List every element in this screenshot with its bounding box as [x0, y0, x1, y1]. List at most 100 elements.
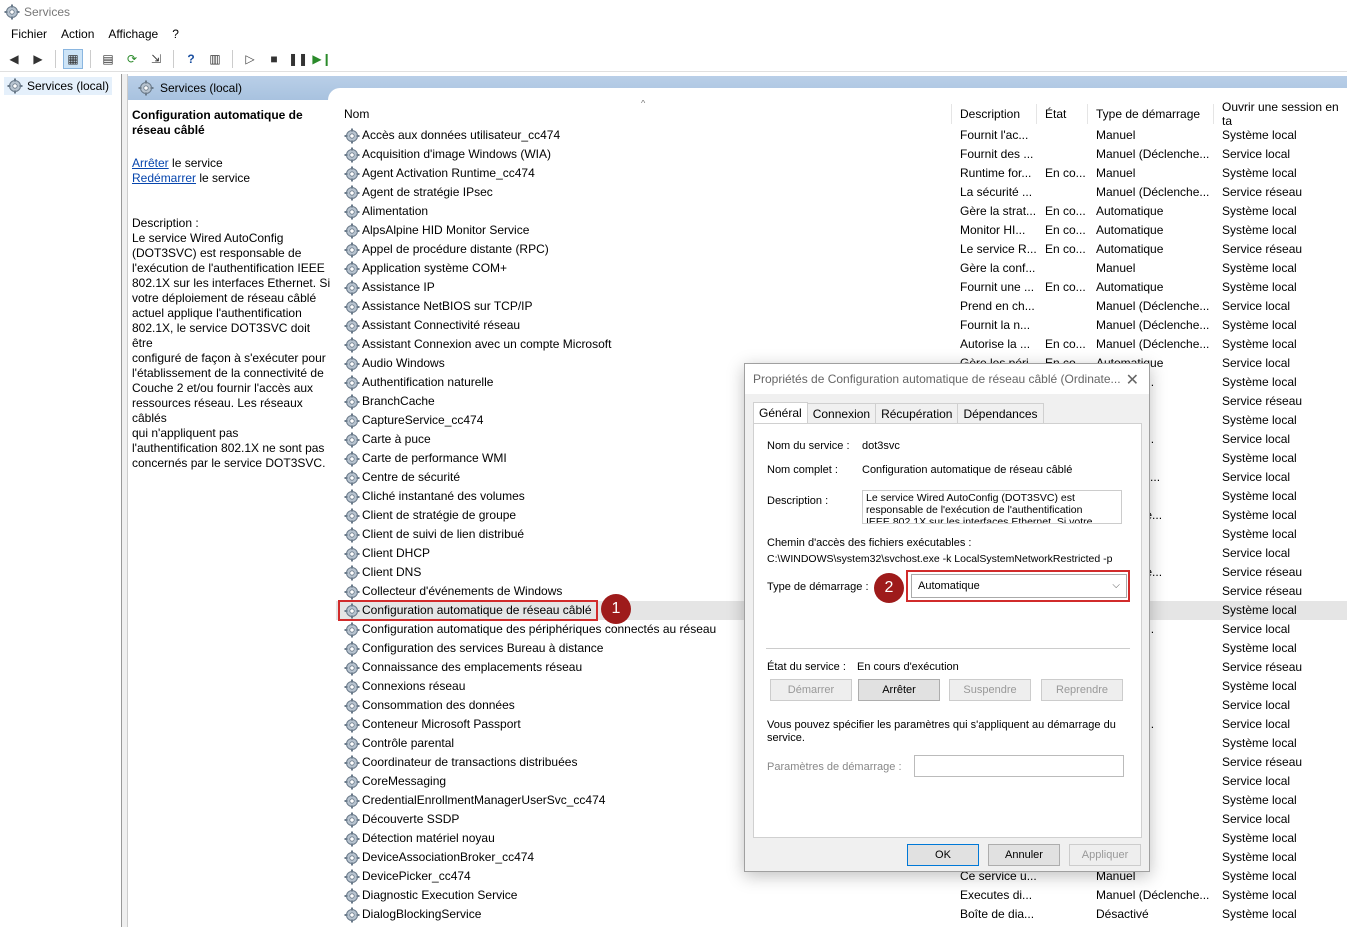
service-name: Coordinateur de transactions distribuées	[362, 755, 578, 769]
table-row[interactable]: Assistant Connexion avec un compte Micro…	[336, 335, 1347, 354]
column-header-description[interactable]: Description	[952, 104, 1037, 124]
table-row[interactable]: Diagnostic Execution Service Executes di.…	[336, 886, 1347, 905]
menu-fichier[interactable]: Fichier	[4, 27, 54, 41]
service-name-cell: Alimentation	[344, 202, 944, 221]
description-line: ressources réseau. Les réseaux câblés	[132, 396, 303, 425]
toolbar: ◀ ▶ ▦ ▤ ⟳ ⇲ ? ▥ ▷ ■ ❚❚ ▶❙	[0, 46, 1347, 72]
table-row[interactable]: Alimentation Gère la strat... En co... Auto…	[336, 202, 1347, 221]
service-gear-icon	[344, 317, 360, 334]
service-status: En co...	[1045, 166, 1086, 180]
service-gear-icon	[344, 412, 360, 429]
services-app-icon	[4, 4, 20, 20]
service-gear-icon	[344, 754, 360, 771]
pause-service-icon[interactable]: ❚❚	[288, 49, 308, 69]
description-line: Couche 2 et/ou fournir l'accès aux	[132, 381, 314, 395]
restart-service-icon[interactable]: ▶❙	[312, 49, 332, 69]
service-startup-type: Automatique	[1096, 223, 1164, 237]
ok-button[interactable]: OK	[907, 844, 979, 866]
service-gear-icon	[344, 203, 360, 220]
start-service-icon[interactable]: ▷	[240, 49, 260, 69]
back-icon[interactable]: ◀	[4, 49, 24, 69]
tab-dependances[interactable]: Dépendances	[957, 403, 1044, 424]
forward-icon[interactable]: ▶	[28, 49, 48, 69]
selected-service-highlight	[338, 600, 598, 621]
apply-button[interactable]: Appliquer	[1069, 844, 1141, 866]
service-log-on-as: Service local	[1222, 717, 1291, 731]
service-startup-type: Manuel	[1096, 128, 1136, 142]
table-row[interactable]: Agent Activation Runtime_cc474 Runtime fo…	[336, 164, 1347, 183]
service-name: Alimentation	[362, 204, 429, 218]
description-line: Le service Wired AutoConfig	[132, 231, 284, 245]
table-row[interactable]: Assistant Connectivité réseau Fournit la …	[336, 316, 1347, 335]
service-name: BranchCache	[362, 394, 435, 408]
description-textbox[interactable]: Le service Wired AutoConfig (DOT3SVC) es…	[862, 490, 1122, 524]
service-log-on-as: Système local	[1222, 508, 1297, 522]
startup-params-input[interactable]	[914, 755, 1124, 777]
table-row[interactable]: Appel de procédure distante (RPC) Le serv…	[336, 240, 1347, 259]
refresh-icon[interactable]: ⟳	[122, 49, 142, 69]
service-name: DeviceAssociationBroker_cc474	[362, 850, 535, 864]
service-status	[1045, 297, 1089, 316]
menu-help[interactable]: ?	[165, 27, 186, 41]
service-name: Conteneur Microsoft Passport	[362, 717, 521, 731]
stop-service-link[interactable]: Arrêter	[132, 156, 169, 170]
service-name: Carte à puce	[362, 432, 431, 446]
restart-service-link[interactable]: Redémarrer	[132, 171, 196, 185]
help-icon[interactable]: ?	[181, 49, 201, 69]
service-log-on-as: Service réseau	[1222, 394, 1303, 408]
service-gear-icon	[344, 792, 360, 809]
service-name: Connaissance des emplacements réseau	[362, 660, 583, 674]
service-gear-icon	[344, 811, 360, 828]
table-row[interactable]: Assistance IP Fournit une ... En co... Auto…	[336, 278, 1347, 297]
startup-params-hint: Vous pouvez spécifier les paramètres qui…	[767, 719, 1116, 744]
column-header-status[interactable]: État	[1037, 104, 1088, 124]
service-description-cell: La sécurité ...	[960, 185, 1033, 199]
export-list-icon[interactable]: ⇲	[146, 49, 166, 69]
stop-button[interactable]: Arrêter	[858, 679, 940, 701]
column-header-log-on-as[interactable]: Ouvrir une session en ta	[1214, 100, 1347, 128]
service-gear-icon	[344, 279, 360, 296]
service-name-cell: Agent Activation Runtime_cc474	[344, 164, 944, 183]
view-icon[interactable]: ▥	[205, 49, 225, 69]
properties-icon[interactable]: ▤	[98, 49, 118, 69]
cancel-button[interactable]: Annuler	[988, 844, 1060, 866]
tab-connexion[interactable]: Connexion	[806, 403, 877, 424]
service-log-on-as: Service local	[1222, 546, 1291, 560]
table-row[interactable]: AlpsAlpine HID Monitor Service Monitor HI…	[336, 221, 1347, 240]
column-header-startup-type[interactable]: Type de démarrage	[1088, 104, 1214, 124]
service-name-cell: Assistant Connectivité réseau	[344, 316, 944, 335]
service-description-cell: Boîte de dia...	[960, 907, 1035, 921]
description-label: Description :	[132, 216, 199, 230]
table-row[interactable]: Application système COM+ Gère la conf... M…	[336, 259, 1347, 278]
tab-recuperation[interactable]: Récupération	[875, 403, 959, 424]
service-name: Client DHCP	[362, 546, 431, 560]
show-hide-console-tree-icon[interactable]: ▦	[63, 48, 83, 69]
table-row[interactable]: Accès aux données utilisateur_cc474 Fourn…	[336, 126, 1347, 145]
dialog-title-bar: Propriétés de Configuration automatique …	[745, 364, 1149, 394]
column-header-name[interactable]: Nom	[336, 104, 952, 124]
table-row[interactable]: DialogBlockingService Boîte de dia... Désa…	[336, 905, 1347, 924]
description-line: concernés par le service DOT3SVC.	[132, 456, 326, 470]
start-button[interactable]: Démarrer	[770, 679, 852, 701]
service-log-on-as: Service local	[1222, 432, 1291, 446]
menu-action[interactable]: Action	[54, 27, 101, 41]
service-log-on-as: Système local	[1222, 679, 1297, 693]
service-gear-icon	[344, 127, 360, 144]
table-row[interactable]: Acquisition d'image Windows (WIA) Fournit…	[336, 145, 1347, 164]
pause-button[interactable]: Suspendre	[949, 679, 1031, 701]
stop-service-icon[interactable]: ■	[264, 49, 284, 69]
tree-item-services-local[interactable]: Services (local)	[4, 77, 113, 95]
service-gear-icon	[344, 526, 360, 543]
service-log-on-as: Service réseau	[1222, 584, 1303, 598]
resume-button[interactable]: Reprendre	[1041, 679, 1123, 701]
step-badge-2: 2	[874, 573, 904, 603]
close-icon[interactable]: ✕	[1126, 370, 1139, 390]
table-row[interactable]: Assistance NetBIOS sur TCP/IP Prend en ch…	[336, 297, 1347, 316]
menu-affichage[interactable]: Affichage	[101, 27, 165, 41]
table-row[interactable]: Agent de stratégie IPsec La sécurité ... M…	[336, 183, 1347, 202]
service-gear-icon	[344, 830, 360, 847]
service-log-on-as: Service local	[1222, 470, 1291, 484]
executable-path-label: Chemin d'accès des fichiers exécutables …	[767, 537, 972, 549]
tab-general[interactable]: Général	[753, 402, 808, 425]
service-name: Diagnostic Execution Service	[362, 888, 518, 902]
